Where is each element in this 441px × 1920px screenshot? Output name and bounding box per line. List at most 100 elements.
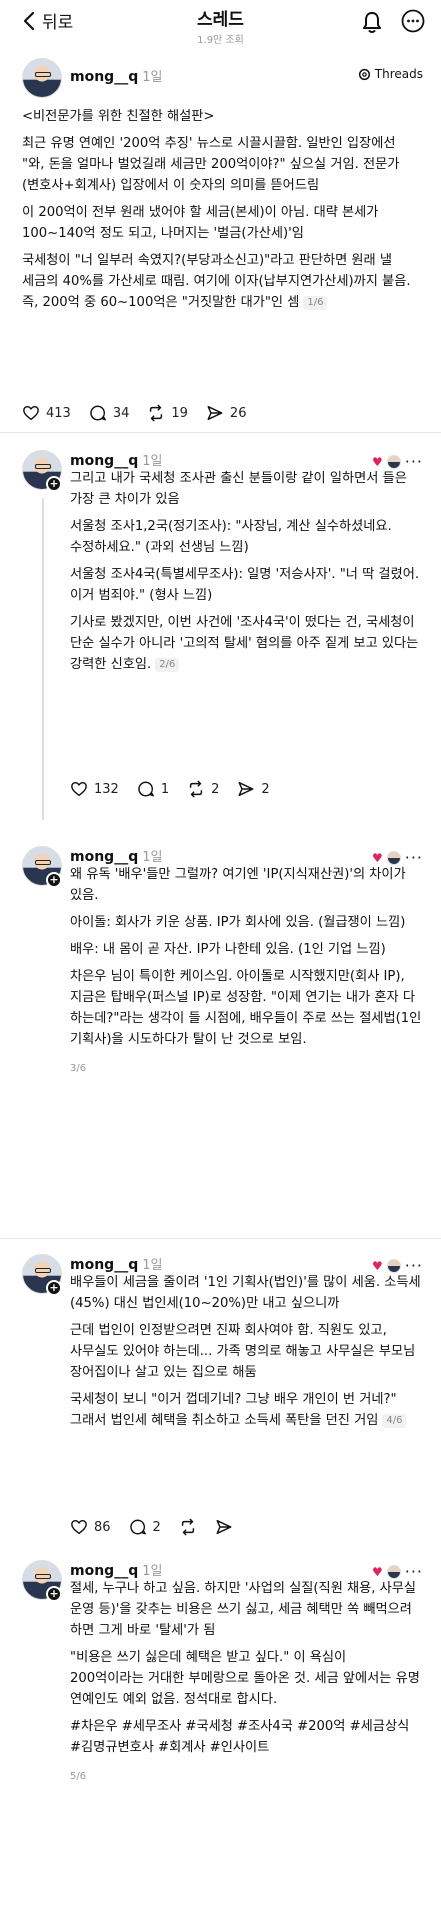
share-count: 26: [229, 405, 247, 421]
post-paragraph: 차은우 님이 특이한 케이스임. 아이돌로 시작했지만(회사 IP), 지금은 …: [70, 969, 422, 1047]
username[interactable]: mong__q 1일: [70, 1254, 162, 1273]
threads-logo-icon: [358, 68, 370, 80]
liked-by-author-icon: ♥: [371, 454, 383, 469]
bell-icon[interactable]: [361, 10, 383, 34]
share-button[interactable]: 2: [237, 780, 270, 798]
comment-icon: [138, 781, 154, 797]
post-actions: 132 1 2 2: [70, 780, 270, 798]
thread-post-4: + mong__q 1일 ♥ ··· 배우들이 세금을 줄이려 '1인 기획사(법…: [0, 1242, 441, 1542]
heart-icon: [71, 781, 87, 797]
follow-plus-icon[interactable]: +: [46, 1280, 62, 1296]
comment-count: 1: [160, 781, 170, 797]
divider: [0, 432, 441, 433]
repost-button[interactable]: 2: [187, 780, 219, 798]
mini-avatar: [386, 1258, 401, 1273]
comment-button[interactable]: 2: [129, 1518, 161, 1536]
thread-connector: [42, 498, 44, 820]
repost-button[interactable]: 19: [147, 404, 188, 422]
comment-button[interactable]: 34: [89, 404, 130, 422]
like-button[interactable]: 413: [22, 404, 71, 422]
post-paragraph: 아이돌: 회사가 키운 상품. IP가 회사에 있음. (월급쟁이 느낌): [70, 915, 406, 930]
post-paragraph: 절세, 누구나 하고 싶음. 하지만 '사업의 실질(직원 채용, 사무실 운영…: [70, 1581, 417, 1638]
post-body: 그리고 내가 국세청 조사관 출신 분들이랑 같이 일하면서 들은 가장 큰 차…: [70, 468, 424, 681]
post-body: <비전문가를 위한 친절한 해설판> 최근 유명 연예인 '200억 추징' 뉴…: [22, 106, 422, 319]
liked-by-author-icon: ♥: [371, 1564, 383, 1579]
repost-button[interactable]: [179, 1518, 197, 1536]
thread-post-2: + mong__q 1일 ♥ ··· 그리고 내가 국세청 조사관 출신 분들이랑…: [0, 438, 441, 826]
post-time: 1일: [142, 850, 163, 865]
page-indicator: 5/6: [70, 1771, 87, 1782]
liked-by-author-icon: ♥: [371, 1258, 383, 1273]
username[interactable]: mong__q 1일: [70, 1560, 162, 1579]
like-button[interactable]: 86: [70, 1518, 111, 1536]
post-time: 1일: [142, 1258, 163, 1273]
send-icon: [207, 405, 223, 421]
post-paragraph: <비전문가를 위한 친절한 해설판>: [22, 109, 215, 124]
mini-avatar: [386, 850, 401, 865]
share-button[interactable]: 26: [206, 404, 247, 422]
like-count: 413: [46, 405, 71, 421]
like-button[interactable]: 132: [70, 780, 119, 798]
username[interactable]: mong__q 1일: [70, 450, 162, 469]
send-icon: [216, 1519, 232, 1535]
send-icon: [238, 781, 254, 797]
mini-avatar: [386, 454, 401, 469]
top-bar: 뒤로 스레드 1.9만 조회: [0, 0, 441, 48]
comment-icon: [90, 405, 106, 421]
post-paragraph: "비용은 쓰기 싫은데 혜택은 받고 싶다." 이 욕심이 200억이라는 거대…: [70, 1650, 420, 1707]
liked-by-author-icon: ♥: [371, 850, 383, 865]
follow-plus-icon[interactable]: +: [46, 1586, 62, 1602]
post-paragraph: 배우: 내 몸이 곧 자산. IP가 나한테 있음. (1인 기업 느낌): [70, 942, 386, 957]
post-paragraph: 왜 유독 '배우'들만 그럴까? 여기엔 'IP(지식재산권)'의 차이가 있음…: [70, 867, 406, 903]
post-body: 왜 유독 '배우'들만 그럴까? 여기엔 'IP(지식재산권)'의 차이가 있음…: [70, 864, 424, 1079]
post-paragraph: 근데 법인이 인정받으려면 진짜 회사여야 함. 직원도 있고, 사무실도 있어…: [70, 1323, 416, 1380]
thread-post-1: mong__q 1일 Threads <비전문가를 위한 친절한 해설판> 최근 …: [0, 48, 441, 438]
heart-icon: [23, 405, 39, 421]
like-count: 86: [94, 1519, 111, 1535]
post-paragraph: 최근 유명 연예인 '200억 추징' 뉴스로 시끌시끌함. 일반인 입장에선 …: [22, 136, 400, 193]
post-paragraph: 국세청이 "너 일부러 속였지?(부당과소신고)"라고 판단하면 원래 낼 세금…: [22, 253, 411, 310]
post-paragraph: 기사로 봤겠지만, 이번 사건에 '조사4국'이 떴다는 건, 국세청이 단순 …: [70, 615, 419, 672]
divider: [0, 1238, 441, 1239]
post-paragraph: 배우들이 세금을 줄이려 '1인 기획사(법인)'를 많이 세움. 소득세(45…: [70, 1275, 421, 1311]
avatar[interactable]: [22, 58, 62, 98]
comment-count: 2: [152, 1519, 161, 1535]
repost-icon: [181, 1518, 194, 1536]
comment-button[interactable]: 1: [137, 780, 169, 798]
thread-post-5: + mong__q 1일 ♥ ··· 절세, 누구나 하고 싶음. 하지만 '사업…: [0, 1548, 441, 1920]
repost-count: 2: [211, 781, 220, 797]
repost-count: 19: [171, 405, 188, 421]
threads-label: Threads: [374, 67, 423, 81]
page-indicator: 3/6: [70, 1063, 87, 1074]
post-body: 절세, 누구나 하고 싶음. 하지만 '사업의 실질(직원 채용, 사무실 운영…: [70, 1578, 424, 1787]
post-body: 배우들이 세금을 줄이려 '1인 기획사(법인)'를 많이 세움. 소득세(45…: [70, 1272, 424, 1437]
post-actions: 86 2: [70, 1518, 233, 1536]
page-indicator: 2/6: [155, 658, 180, 672]
share-count: 2: [261, 781, 270, 797]
hashtags[interactable]: #차은우 #세무조사 #국세청 #조사4국 #200억 #세금상식 #김명규변호…: [70, 1716, 424, 1758]
follow-plus-icon[interactable]: +: [46, 476, 62, 492]
post-time: 1일: [142, 70, 163, 85]
post-paragraph: 서울청 조사1,2국(정기조사): "사장님, 계산 실수하셨네요. 수정하세요…: [70, 519, 392, 555]
comment-icon: [129, 1519, 146, 1535]
post-paragraph: 그리고 내가 국세청 조사관 출신 분들이랑 같이 일하면서 들은 가장 큰 차…: [70, 471, 407, 507]
share-button[interactable]: [215, 1518, 233, 1536]
post-time: 1일: [142, 1564, 163, 1579]
threads-badge: Threads: [358, 67, 423, 81]
post-time: 1일: [142, 454, 163, 469]
heart-icon: [71, 1519, 87, 1535]
post-actions: 413 34 19 26: [22, 404, 246, 422]
post-paragraph: 국세청이 보니 "이거 껍데기네? 그냥 배우 개인이 번 거네?" 그래서 법…: [70, 1392, 397, 1428]
username[interactable]: mong__q 1일: [70, 846, 162, 865]
like-count: 132: [94, 781, 119, 797]
page-indicator: 4/6: [382, 1414, 407, 1428]
more-options-icon[interactable]: [401, 9, 425, 33]
page-indicator: 1/6: [303, 296, 328, 310]
follow-plus-icon[interactable]: +: [46, 872, 62, 888]
thread-post-3: + mong__q 1일 ♥ ··· 왜 유독 '배우'들만 그럴까? 여기엔 '…: [0, 834, 441, 1230]
post-paragraph: 서울청 조사4국(특별세무조사): 일명 '저승사자'. "너 딱 걸렸어. 이…: [70, 567, 420, 603]
username[interactable]: mong__q 1일: [70, 66, 162, 85]
comment-count: 34: [112, 405, 130, 421]
repost-icon: [189, 780, 203, 798]
repost-icon: [150, 404, 163, 422]
